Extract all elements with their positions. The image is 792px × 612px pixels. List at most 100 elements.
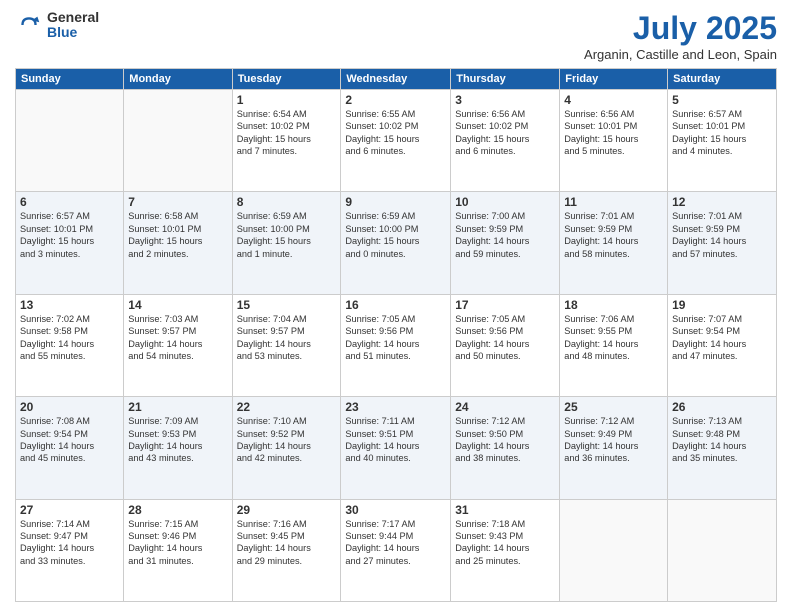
logo-text: General Blue [47, 10, 99, 41]
header-friday: Friday [560, 69, 668, 90]
table-row: 15Sunrise: 7:04 AM Sunset: 9:57 PM Dayli… [232, 294, 341, 396]
table-row: 24Sunrise: 7:12 AM Sunset: 9:50 PM Dayli… [451, 397, 560, 499]
day-info: Sunrise: 6:54 AM Sunset: 10:02 PM Daylig… [237, 108, 337, 158]
table-row: 12Sunrise: 7:01 AM Sunset: 9:59 PM Dayli… [668, 192, 777, 294]
day-number: 22 [237, 400, 337, 414]
day-number: 25 [564, 400, 663, 414]
day-info: Sunrise: 7:11 AM Sunset: 9:51 PM Dayligh… [345, 415, 446, 465]
header-thursday: Thursday [451, 69, 560, 90]
calendar-week-1: 1Sunrise: 6:54 AM Sunset: 10:02 PM Dayli… [16, 90, 777, 192]
day-number: 5 [672, 93, 772, 107]
table-row: 3Sunrise: 6:56 AM Sunset: 10:02 PM Dayli… [451, 90, 560, 192]
day-info: Sunrise: 7:13 AM Sunset: 9:48 PM Dayligh… [672, 415, 772, 465]
day-number: 10 [455, 195, 555, 209]
logo: General Blue [15, 10, 99, 41]
table-row: 22Sunrise: 7:10 AM Sunset: 9:52 PM Dayli… [232, 397, 341, 499]
table-row: 6Sunrise: 6:57 AM Sunset: 10:01 PM Dayli… [16, 192, 124, 294]
table-row: 30Sunrise: 7:17 AM Sunset: 9:44 PM Dayli… [341, 499, 451, 601]
table-row: 13Sunrise: 7:02 AM Sunset: 9:58 PM Dayli… [16, 294, 124, 396]
header-monday: Monday [124, 69, 232, 90]
day-info: Sunrise: 7:12 AM Sunset: 9:50 PM Dayligh… [455, 415, 555, 465]
day-number: 12 [672, 195, 772, 209]
day-info: Sunrise: 6:57 AM Sunset: 10:01 PM Daylig… [672, 108, 772, 158]
table-row [560, 499, 668, 601]
table-row: 11Sunrise: 7:01 AM Sunset: 9:59 PM Dayli… [560, 192, 668, 294]
table-row: 21Sunrise: 7:09 AM Sunset: 9:53 PM Dayli… [124, 397, 232, 499]
day-info: Sunrise: 6:59 AM Sunset: 10:00 PM Daylig… [237, 210, 337, 260]
day-number: 7 [128, 195, 227, 209]
day-info: Sunrise: 7:04 AM Sunset: 9:57 PM Dayligh… [237, 313, 337, 363]
day-number: 29 [237, 503, 337, 517]
day-number: 23 [345, 400, 446, 414]
day-info: Sunrise: 6:56 AM Sunset: 10:02 PM Daylig… [455, 108, 555, 158]
day-info: Sunrise: 7:01 AM Sunset: 9:59 PM Dayligh… [672, 210, 772, 260]
header-sunday: Sunday [16, 69, 124, 90]
table-row: 14Sunrise: 7:03 AM Sunset: 9:57 PM Dayli… [124, 294, 232, 396]
subtitle: Arganin, Castille and Leon, Spain [584, 47, 777, 62]
day-info: Sunrise: 7:05 AM Sunset: 9:56 PM Dayligh… [345, 313, 446, 363]
day-info: Sunrise: 6:56 AM Sunset: 10:01 PM Daylig… [564, 108, 663, 158]
table-row [124, 90, 232, 192]
calendar-header-row: Sunday Monday Tuesday Wednesday Thursday… [16, 69, 777, 90]
logo-blue-text: Blue [47, 25, 99, 40]
day-info: Sunrise: 7:16 AM Sunset: 9:45 PM Dayligh… [237, 518, 337, 568]
day-number: 13 [20, 298, 119, 312]
day-number: 18 [564, 298, 663, 312]
day-info: Sunrise: 7:07 AM Sunset: 9:54 PM Dayligh… [672, 313, 772, 363]
day-info: Sunrise: 6:55 AM Sunset: 10:02 PM Daylig… [345, 108, 446, 158]
table-row: 10Sunrise: 7:00 AM Sunset: 9:59 PM Dayli… [451, 192, 560, 294]
day-info: Sunrise: 7:17 AM Sunset: 9:44 PM Dayligh… [345, 518, 446, 568]
day-number: 4 [564, 93, 663, 107]
day-info: Sunrise: 7:02 AM Sunset: 9:58 PM Dayligh… [20, 313, 119, 363]
table-row: 18Sunrise: 7:06 AM Sunset: 9:55 PM Dayli… [560, 294, 668, 396]
day-number: 3 [455, 93, 555, 107]
table-row: 2Sunrise: 6:55 AM Sunset: 10:02 PM Dayli… [341, 90, 451, 192]
day-info: Sunrise: 7:05 AM Sunset: 9:56 PM Dayligh… [455, 313, 555, 363]
day-info: Sunrise: 7:00 AM Sunset: 9:59 PM Dayligh… [455, 210, 555, 260]
table-row: 19Sunrise: 7:07 AM Sunset: 9:54 PM Dayli… [668, 294, 777, 396]
header-wednesday: Wednesday [341, 69, 451, 90]
table-row: 1Sunrise: 6:54 AM Sunset: 10:02 PM Dayli… [232, 90, 341, 192]
table-row: 16Sunrise: 7:05 AM Sunset: 9:56 PM Dayli… [341, 294, 451, 396]
day-info: Sunrise: 7:06 AM Sunset: 9:55 PM Dayligh… [564, 313, 663, 363]
calendar-week-5: 27Sunrise: 7:14 AM Sunset: 9:47 PM Dayli… [16, 499, 777, 601]
day-info: Sunrise: 6:57 AM Sunset: 10:01 PM Daylig… [20, 210, 119, 260]
table-row: 7Sunrise: 6:58 AM Sunset: 10:01 PM Dayli… [124, 192, 232, 294]
calendar-week-2: 6Sunrise: 6:57 AM Sunset: 10:01 PM Dayli… [16, 192, 777, 294]
day-info: Sunrise: 6:59 AM Sunset: 10:00 PM Daylig… [345, 210, 446, 260]
table-row: 23Sunrise: 7:11 AM Sunset: 9:51 PM Dayli… [341, 397, 451, 499]
day-info: Sunrise: 7:01 AM Sunset: 9:59 PM Dayligh… [564, 210, 663, 260]
table-row: 26Sunrise: 7:13 AM Sunset: 9:48 PM Dayli… [668, 397, 777, 499]
day-info: Sunrise: 6:58 AM Sunset: 10:01 PM Daylig… [128, 210, 227, 260]
table-row: 17Sunrise: 7:05 AM Sunset: 9:56 PM Dayli… [451, 294, 560, 396]
table-row: 25Sunrise: 7:12 AM Sunset: 9:49 PM Dayli… [560, 397, 668, 499]
table-row: 8Sunrise: 6:59 AM Sunset: 10:00 PM Dayli… [232, 192, 341, 294]
day-info: Sunrise: 7:12 AM Sunset: 9:49 PM Dayligh… [564, 415, 663, 465]
day-number: 31 [455, 503, 555, 517]
day-number: 16 [345, 298, 446, 312]
logo-icon [15, 11, 43, 39]
day-number: 26 [672, 400, 772, 414]
table-row: 31Sunrise: 7:18 AM Sunset: 9:43 PM Dayli… [451, 499, 560, 601]
day-number: 27 [20, 503, 119, 517]
table-row: 4Sunrise: 6:56 AM Sunset: 10:01 PM Dayli… [560, 90, 668, 192]
logo-general-text: General [47, 10, 99, 25]
day-number: 21 [128, 400, 227, 414]
day-info: Sunrise: 7:18 AM Sunset: 9:43 PM Dayligh… [455, 518, 555, 568]
table-row: 28Sunrise: 7:15 AM Sunset: 9:46 PM Dayli… [124, 499, 232, 601]
day-info: Sunrise: 7:03 AM Sunset: 9:57 PM Dayligh… [128, 313, 227, 363]
day-info: Sunrise: 7:09 AM Sunset: 9:53 PM Dayligh… [128, 415, 227, 465]
day-number: 1 [237, 93, 337, 107]
table-row [668, 499, 777, 601]
day-number: 2 [345, 93, 446, 107]
calendar-week-4: 20Sunrise: 7:08 AM Sunset: 9:54 PM Dayli… [16, 397, 777, 499]
day-number: 30 [345, 503, 446, 517]
day-number: 19 [672, 298, 772, 312]
title-block: July 2025 Arganin, Castille and Leon, Sp… [584, 10, 777, 62]
day-number: 15 [237, 298, 337, 312]
day-number: 24 [455, 400, 555, 414]
day-number: 28 [128, 503, 227, 517]
header-tuesday: Tuesday [232, 69, 341, 90]
day-number: 6 [20, 195, 119, 209]
table-row [16, 90, 124, 192]
